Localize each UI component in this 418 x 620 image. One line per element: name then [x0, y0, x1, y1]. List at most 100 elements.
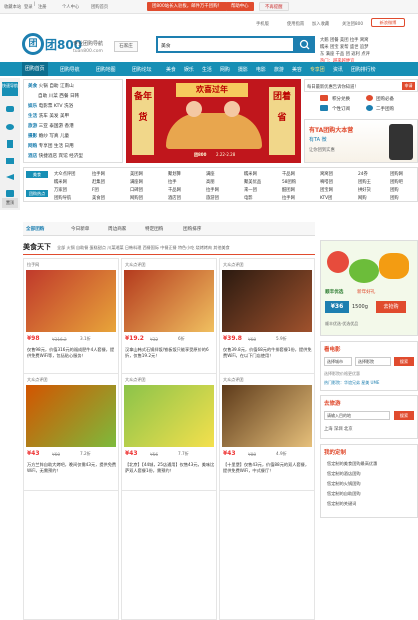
plane-icon[interactable] [6, 174, 14, 180]
weibo-button[interactable]: 新浪微博 [371, 18, 405, 27]
ad-cta-button[interactable]: 去抢购 [376, 301, 406, 313]
directory-link[interactable]: 拼好货 [358, 187, 371, 193]
favorite-link[interactable]: 收藏本站 [4, 4, 21, 10]
movie-search-button[interactable]: 搜索 [394, 357, 414, 366]
travel-search-button[interactable]: 搜索 [394, 411, 414, 420]
follow-link[interactable]: 关注团800 [342, 21, 363, 27]
deal-description[interactable]: 仅售98元，价值316元的福成肥牛4人套餐，提供免费WiFi等，包括贴心服务！ [27, 347, 117, 359]
directory-link[interactable]: 嘀嗒团 [320, 179, 333, 185]
food-icon[interactable] [6, 106, 14, 112]
deal-image[interactable] [26, 385, 116, 447]
deal-image[interactable] [222, 270, 312, 332]
food-filters[interactable]: 全部 火锅 自助餐 蛋糕甜点 川菜湘菜 日韩料理 西餐国际 中餐正餐 特色小吃 … [57, 245, 279, 251]
directory-link[interactable]: F团 [92, 187, 99, 193]
deal-card[interactable]: 大众点评团 ¥43 ¥56 7.7折 【北京】【44城，25店通用】仅售43元，… [121, 373, 217, 503]
deal-image[interactable] [222, 385, 312, 447]
merchant-notice[interactable]: 团800站长入驻板，邮件万千团购！ [147, 2, 227, 11]
custom-item[interactable]: 您定制的酒店团购 [327, 471, 361, 477]
hot-keywords-line[interactable]: 糯米 团宝 爱帮 盛世 追梦 [320, 44, 418, 51]
mobile-link[interactable]: 手机版 [256, 21, 269, 27]
cinema-select[interactable]: 选择影院 [355, 357, 391, 366]
directory-link[interactable]: 赶集团 [92, 179, 105, 185]
tab-nearby[interactable]: 周边商家 [108, 226, 126, 232]
promo-banner[interactable]: 备年货 欢喜过年 团着省 团800 2.22-2.28 [126, 79, 301, 163]
directory-link[interactable]: 网购团 [130, 195, 143, 201]
directory-link[interactable]: 满座网 [130, 179, 143, 185]
directory-link[interactable]: 酒店团 [168, 195, 181, 201]
category-items[interactable]: 专享团 生活 日用 [39, 144, 74, 149]
deal-card[interactable]: 大众点评团 ¥39.8 ¥68 5.9折 仅售39.8元，价值68元的牛排套餐1… [219, 258, 315, 388]
directory-link[interactable]: 美食团 [92, 195, 105, 201]
directory-link[interactable]: 团购 [390, 195, 399, 201]
deal-card[interactable] [219, 490, 315, 620]
produce-ad[interactable]: 顺丰优选 新年好礼 ¥36 1500g 去抢购 顺丰优选·优选优品 [320, 240, 418, 336]
camera-icon[interactable] [6, 158, 14, 164]
deal-card[interactable]: 大众点评团 ¥19.2 ¥32 6折 汉拿山韩式石锅拌饭/铁板饭只能享受原价的6… [121, 258, 217, 388]
deal-card[interactable]: 拉手网 ¥98 ¥316.2 3.1折 仅售98元，价值316元的福成肥牛4人套… [23, 258, 119, 388]
category-items[interactable]: 快捷酒店 宾馆 经济型 [39, 154, 83, 159]
directory-link[interactable]: 万家团 [54, 187, 67, 193]
deal-description[interactable]: 仅售39.8元，价值68元的牛排套餐1份，提供免费WiFi，在以下门店使用！ [223, 347, 313, 359]
nav-item[interactable]: 旅游 [274, 66, 284, 73]
category-items[interactable]: 婚纱 写真 儿童 [39, 134, 69, 139]
directory-link[interactable]: 电影 [244, 195, 253, 201]
directory-link[interactable]: 24券 [358, 171, 368, 177]
logo-icon[interactable]: 团 [22, 33, 44, 55]
directory-link[interactable]: 来一团 [244, 187, 257, 193]
directory-link[interactable]: 58团购 [282, 179, 296, 185]
directory-link[interactable]: 聚划算 [168, 171, 181, 177]
directory-link[interactable]: KTV团 [320, 195, 332, 201]
hot-keywords-line[interactable]: 大鹅 团餐 美团 拉手 窝窝 [320, 37, 418, 44]
directory-link[interactable]: 高朋 [206, 179, 215, 185]
dismiss-notice-button[interactable]: 不再提醒 [259, 2, 289, 11]
deals-home-link[interactable]: 团购首页 [91, 4, 108, 10]
points-link[interactable]: 积分兑换 [332, 96, 350, 102]
tab-special[interactable]: 特定团购 [145, 226, 163, 232]
deal-card[interactable] [121, 490, 217, 620]
deal-description[interactable]: 万方兰阵自助大烤吧，晚间仅需43元，提供免费WiFi，无需预约！ [27, 462, 117, 474]
second-hand-link[interactable]: 二手团购 [376, 106, 394, 112]
category-items[interactable]: 洗车 美发 美甲 [39, 114, 69, 119]
back-to-top-button[interactable]: 置顶 [2, 198, 18, 208]
entertainment-icon[interactable] [6, 124, 14, 130]
category-items[interactable]: 火锅 自助 江南山 [39, 84, 74, 89]
directory-link[interactable]: 团购吧 [390, 179, 403, 185]
deal-card[interactable]: 大众点评团 ¥43 ¥88 4.9折 【十里堡】仅售43元，价值88元的双人套餐… [219, 373, 315, 503]
directory-link[interactable]: 千品网 [282, 171, 295, 177]
deal-description[interactable]: 【北京】【44城，25店通用】仅售43元，美味比萨双人套餐1份，需预约！ [125, 462, 215, 474]
deal-image[interactable] [124, 385, 214, 447]
directory-link[interactable]: 大众点评团 [54, 171, 75, 177]
directory-link[interactable]: 窝窝团 [320, 171, 333, 177]
nav-item-home[interactable]: 团购首页 [22, 62, 48, 76]
nav-item[interactable]: 团购论坛 [132, 66, 152, 73]
nav-item[interactable]: 资讯 [333, 66, 343, 73]
directory-link[interactable]: 拉手网 [206, 187, 219, 193]
subscribe-link[interactable]: 个性订阅 [332, 106, 350, 112]
nav-item[interactable]: 美容 [292, 66, 302, 73]
directory-link[interactable]: 团购 [390, 187, 399, 193]
destination-input[interactable]: 请输入目的地 [324, 411, 390, 420]
nav-item[interactable]: 娱乐 [184, 66, 194, 73]
city-select[interactable]: 选择城市 [324, 357, 352, 366]
nav-item[interactable]: 生活 [202, 66, 212, 73]
deal-description[interactable]: 【十里堡】仅售43元，价值88元的双人套餐，提供免费WiFi，中式餐厅！ [223, 462, 313, 474]
hot-keywords-line[interactable]: 东 满座 千品 团 返利 点评 [320, 51, 418, 58]
directory-link[interactable]: 团宝网 [320, 187, 333, 193]
directory-link[interactable]: 口碑团 [130, 187, 143, 193]
deal-card[interactable] [23, 490, 119, 620]
nav-item[interactable]: 团购排行榜 [351, 66, 375, 73]
login-link[interactable]: 登录 [24, 4, 33, 10]
custom-item[interactable]: 您定制的自助团购 [327, 491, 361, 497]
tab-sort[interactable]: 团购排序 [183, 226, 201, 232]
nav-item[interactable]: 团购地图 [96, 66, 116, 73]
directory-link[interactable]: 糯米网 [54, 179, 67, 185]
directory-link[interactable]: 糯米网 [244, 171, 257, 177]
directory-link[interactable]: 满座 [206, 171, 215, 177]
search-input[interactable]: 美食 [156, 36, 295, 53]
directory-link[interactable]: 团购王 [358, 179, 371, 185]
nav-item[interactable]: 网购 [220, 66, 230, 73]
directory-link[interactable]: 网购 [358, 195, 367, 201]
directory-link[interactable]: 美团网 [130, 171, 143, 177]
app-promo[interactable]: 有TA团购大本营 有TA 微 让你团到实惠 [304, 119, 418, 163]
category-items[interactable]: 三亚 泰国游 香港 [39, 124, 74, 129]
